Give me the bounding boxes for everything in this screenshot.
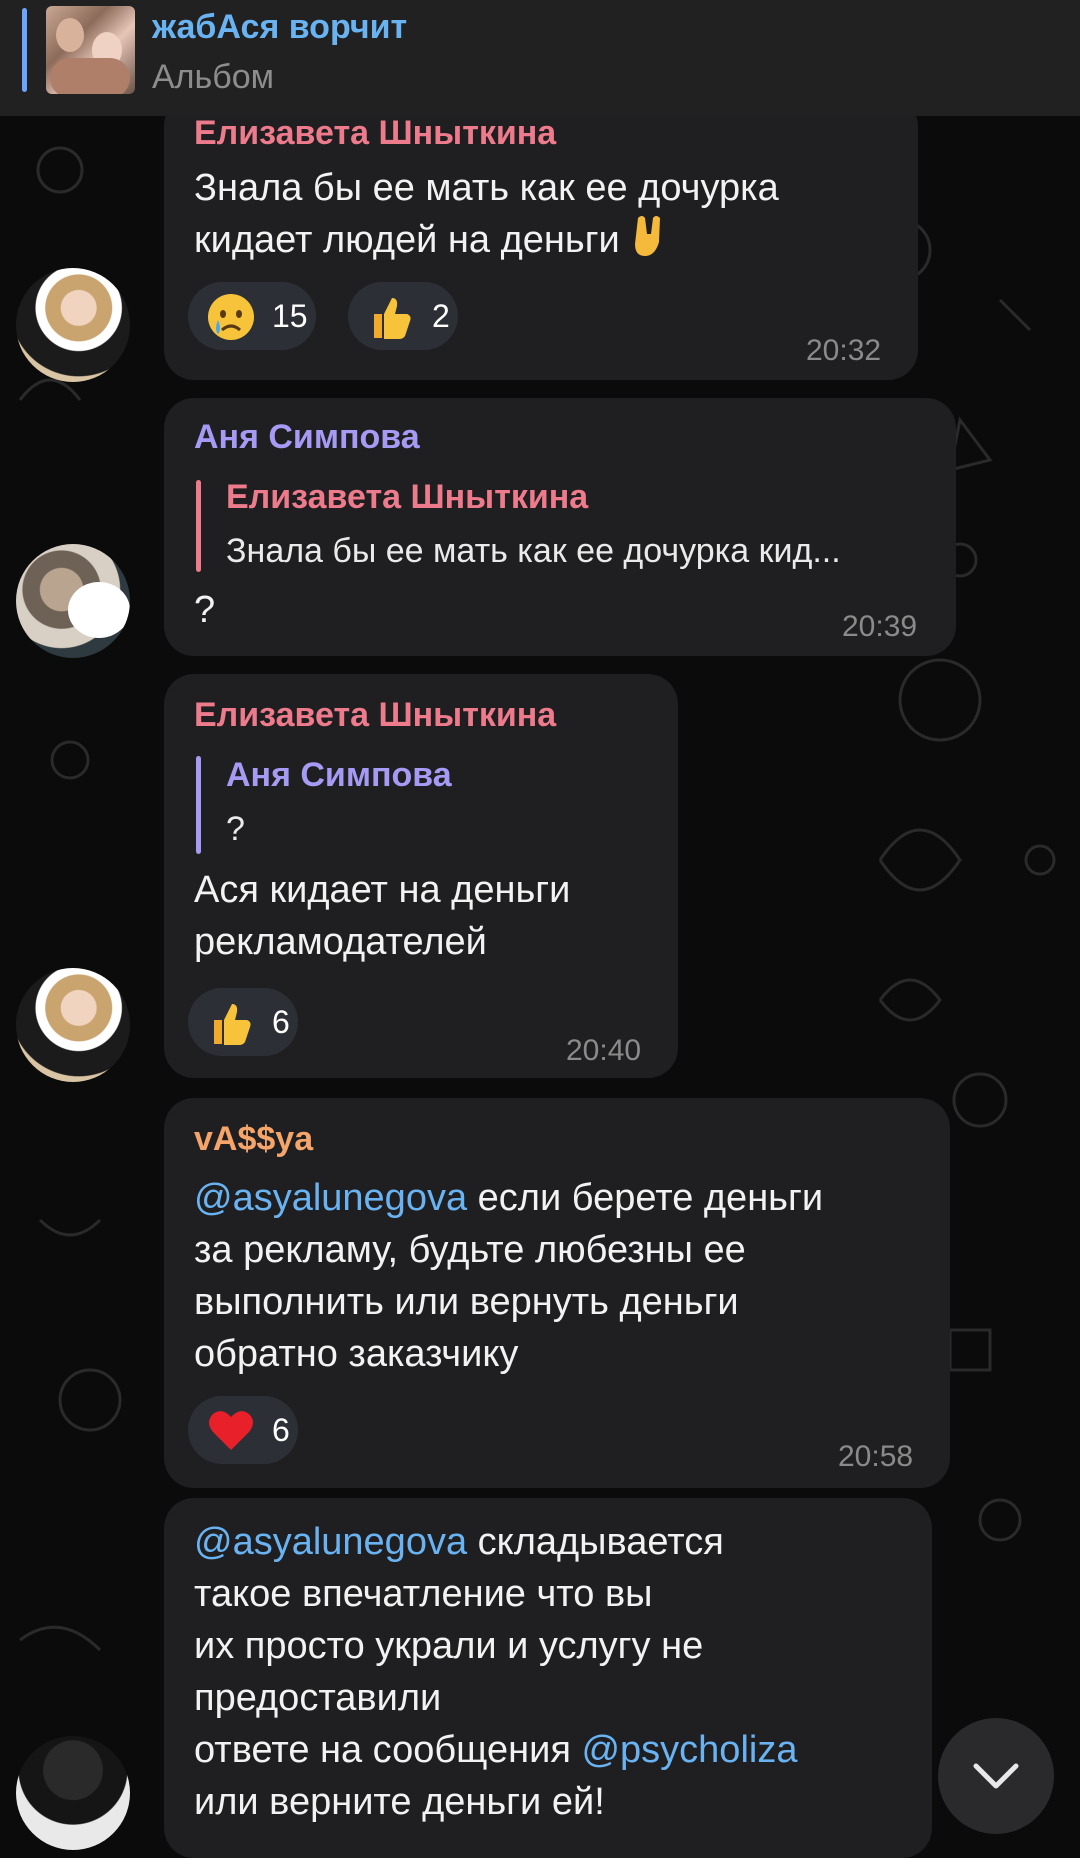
- message-text: ?: [194, 589, 216, 631]
- mention-link[interactable]: @asyalunegova: [194, 1177, 467, 1219]
- message-text-line: ответе на сообщения: [194, 1729, 582, 1771]
- reply-sender[interactable]: Елизавета Шныткина: [226, 478, 588, 517]
- reaction-thumbs-up[interactable]: 6: [188, 988, 298, 1056]
- message-bubble[interactable]: Аня Симпова Елизавета Шныткина Знала бы …: [164, 398, 956, 656]
- scroll-down-button[interactable]: [938, 1718, 1054, 1834]
- message-text-line: складывается: [467, 1521, 724, 1563]
- message-text-line: Ася кидает на деньги: [194, 869, 571, 911]
- message-bubble[interactable]: vA$$ya @asyalunegova если берете деньги …: [164, 1098, 950, 1488]
- avatar-user[interactable]: [16, 1736, 130, 1850]
- reaction-count: 2: [432, 298, 450, 334]
- message-text-line: предоставили: [194, 1677, 442, 1719]
- reply-sender[interactable]: Аня Симпова: [226, 756, 452, 795]
- message-bubble[interactable]: @asyalunegova складывается такое впечатл…: [164, 1498, 932, 1858]
- mention-link[interactable]: @psycholiza: [581, 1729, 797, 1771]
- message-text-line: их просто украли и услугу не: [194, 1625, 704, 1667]
- sender-name[interactable]: Елизавета Шныткина: [194, 696, 556, 735]
- message-time: 20:32: [806, 334, 882, 367]
- rock-hand-emoji: [635, 216, 661, 256]
- message-bubble[interactable]: Елизавета Шныткина Аня Симпова ? Ася кид…: [164, 674, 678, 1078]
- message-bubble[interactable]: Елизавета Шныткина Знала бы ее мать как …: [164, 96, 918, 380]
- reaction-count: 6: [272, 1412, 290, 1448]
- reply-quote-bar: [196, 480, 201, 572]
- message-time: 20:58: [838, 1440, 914, 1473]
- pinned-album-thumbnail[interactable]: [46, 6, 135, 94]
- reply-text[interactable]: Знала бы ее мать как ее дочурка кид...: [226, 532, 841, 571]
- message-text-line: за рекламу, будьте любезны ее: [194, 1229, 746, 1271]
- avatar-anya[interactable]: [16, 544, 130, 658]
- message-text-line: кидает людей на деньги: [194, 219, 620, 261]
- message-time: 20:39: [842, 610, 918, 643]
- pinned-title: жабАся ворчит: [152, 8, 408, 46]
- sender-name[interactable]: Аня Симпова: [194, 418, 420, 457]
- reaction-thumbs-up[interactable]: 2: [348, 282, 458, 350]
- sender-name[interactable]: vA$$ya: [194, 1120, 313, 1159]
- pinned-indicator: [22, 8, 27, 92]
- red-heart-icon: [209, 1411, 253, 1450]
- sender-name[interactable]: Елизавета Шныткина: [194, 114, 556, 153]
- message-text-line: Знала бы ее мать как ее дочурка: [194, 167, 779, 209]
- message-text-line: выполнить или вернуть деньги: [194, 1281, 739, 1323]
- message-text-line: если берете деньги: [467, 1177, 824, 1219]
- crying-face-icon: [208, 294, 254, 340]
- message-text-line: такое впечатление что вы: [194, 1573, 653, 1615]
- message-text-line: обратно заказчику: [194, 1333, 519, 1375]
- reply-text[interactable]: ?: [226, 810, 245, 849]
- pinned-message-bar[interactable]: жабАся ворчит Альбом: [0, 0, 1080, 116]
- reaction-count: 6: [272, 1004, 290, 1040]
- message-text-line: рекламодателей: [194, 921, 487, 963]
- thumbs-up-icon: [214, 1004, 251, 1045]
- mention-link[interactable]: @asyalunegova: [194, 1521, 467, 1563]
- reaction-count: 15: [272, 298, 308, 334]
- avatar-elizaveta[interactable]: [16, 968, 130, 1082]
- avatar-elizaveta[interactable]: [16, 268, 130, 382]
- thumbs-up-icon: [374, 298, 411, 339]
- reaction-heart[interactable]: 6: [188, 1396, 298, 1464]
- reply-quote-bar: [196, 756, 201, 854]
- reaction-crying[interactable]: 15: [188, 282, 316, 350]
- pinned-subtitle: Альбом: [152, 58, 274, 96]
- message-text-line: или верните деньги ей!: [194, 1781, 605, 1823]
- message-time: 20:40: [566, 1034, 642, 1067]
- chevron-down-icon: [973, 1763, 1019, 1789]
